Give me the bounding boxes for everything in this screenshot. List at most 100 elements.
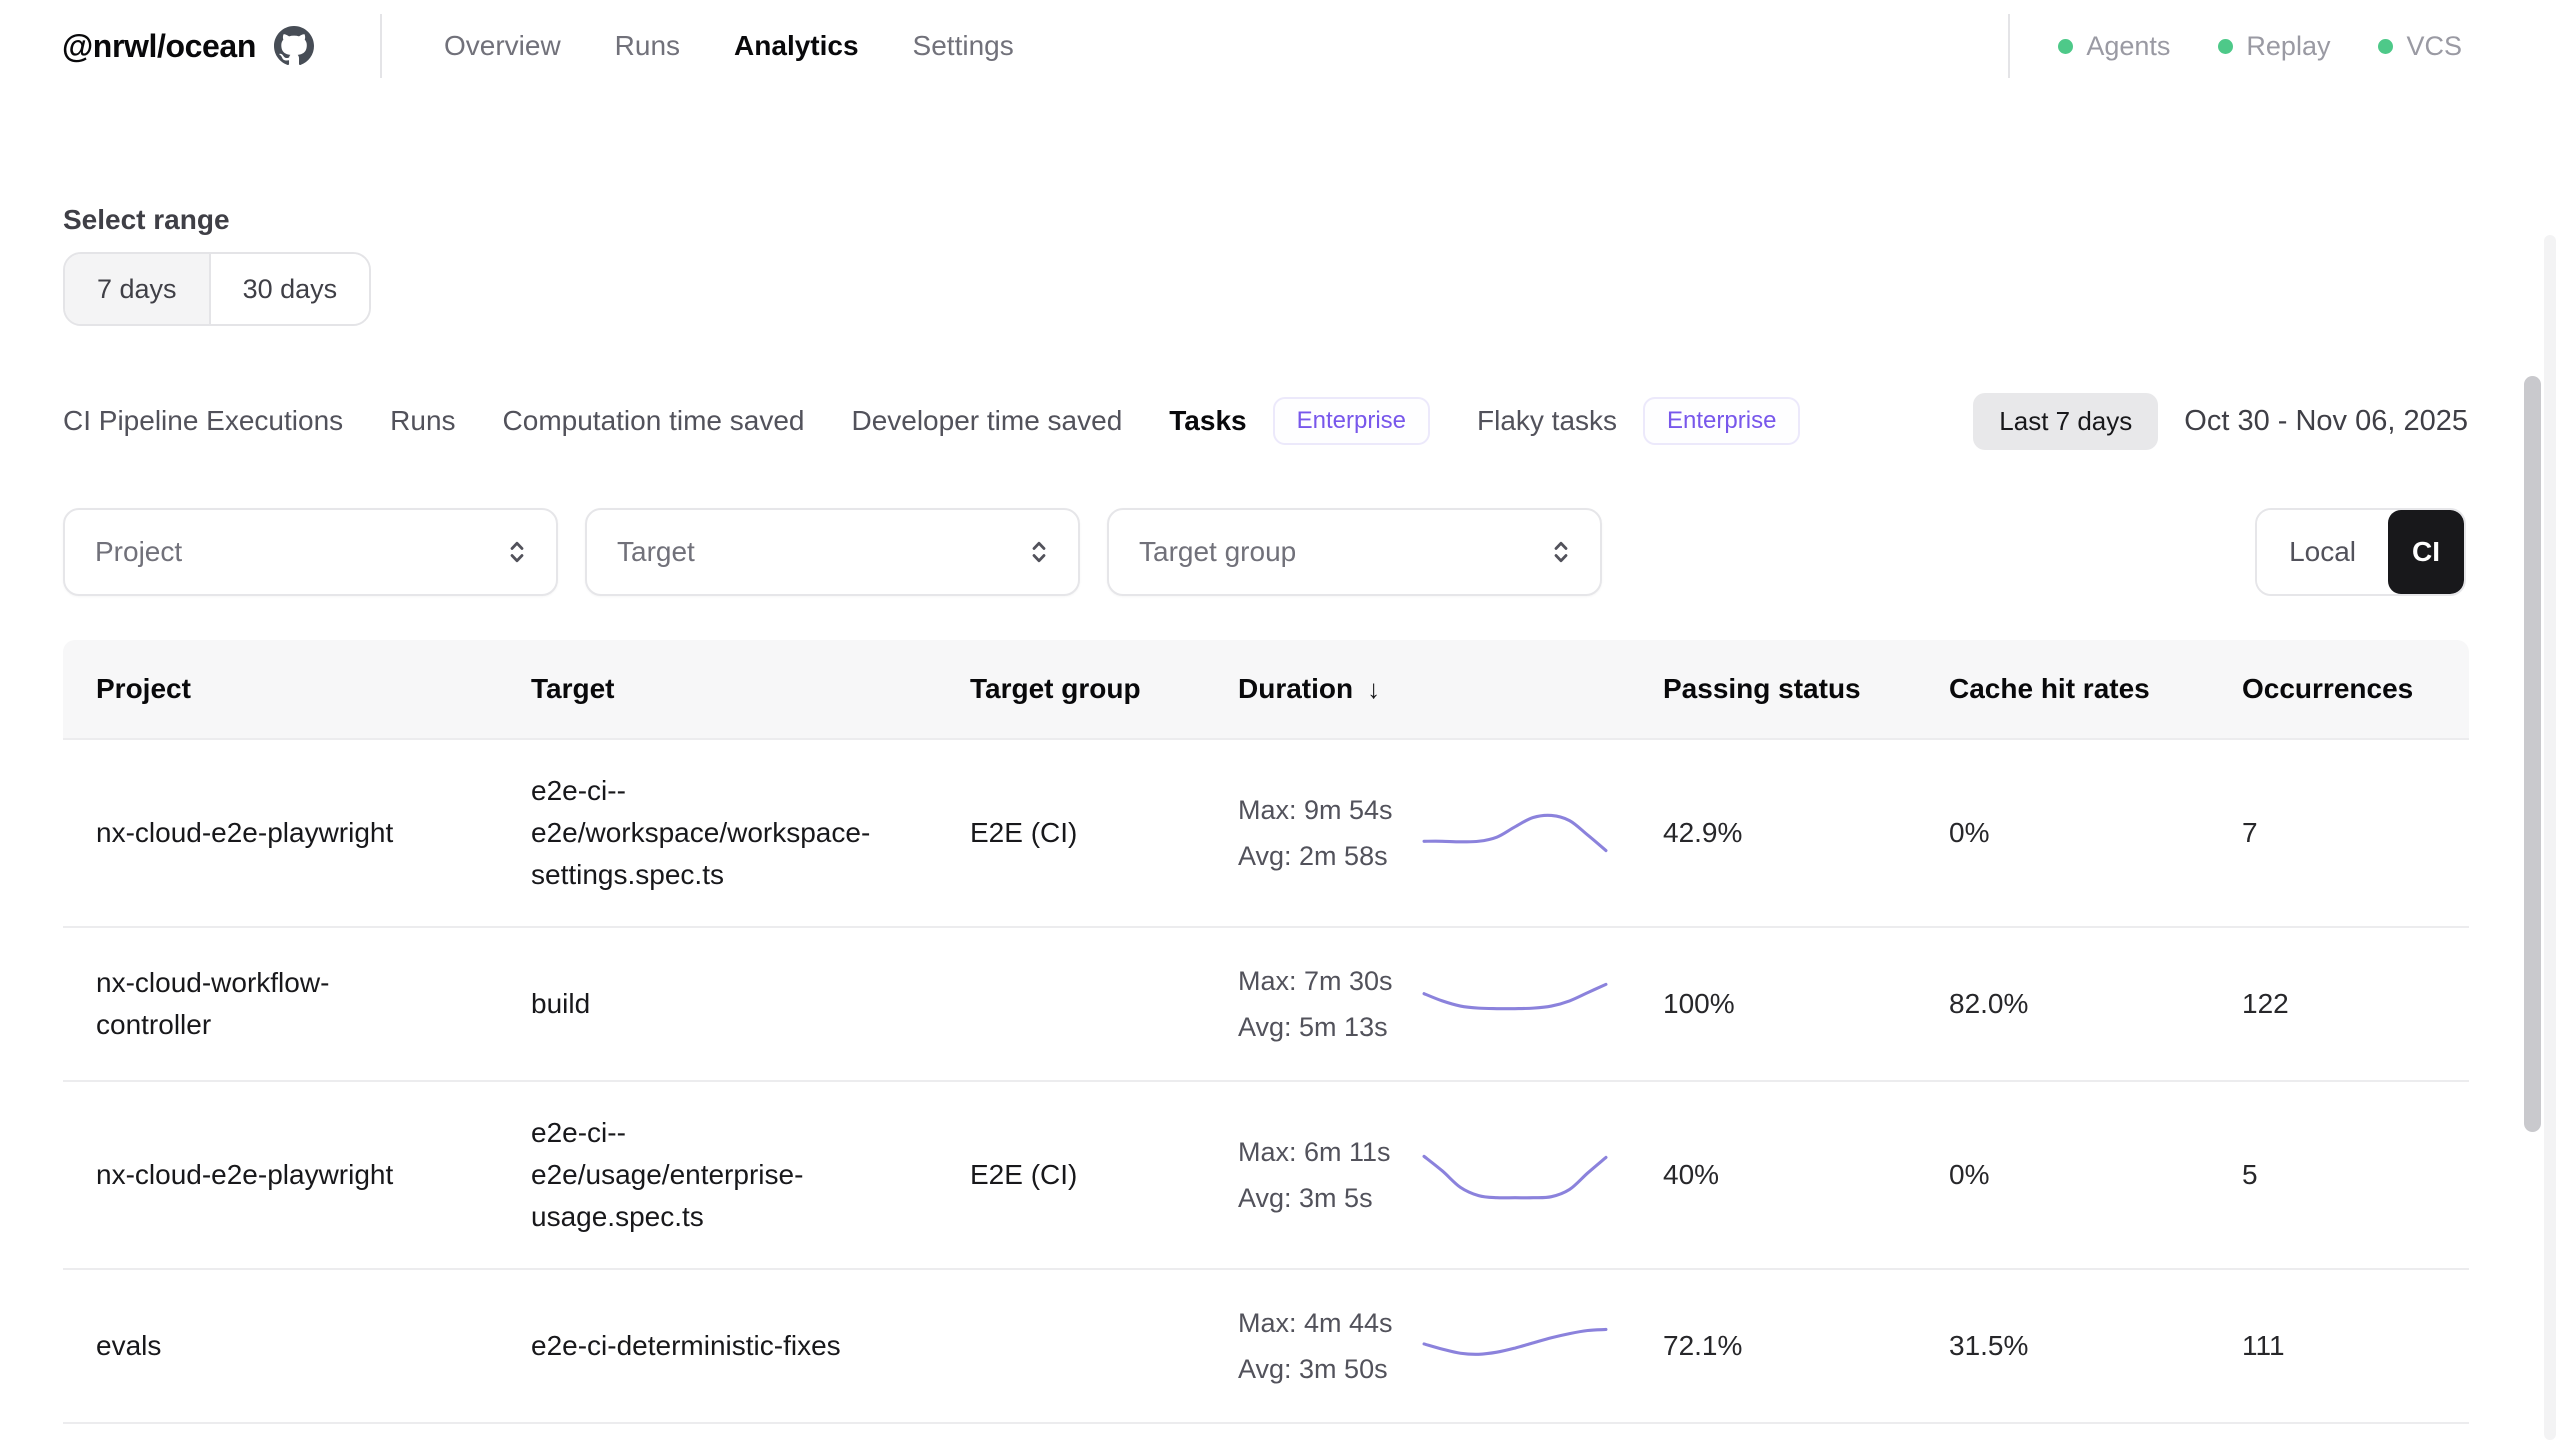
- table-row[interactable]: nx-cloud-e2e-playwright e2e-ci--e2e/usag…: [63, 1082, 2469, 1270]
- cell-cache-hit-rate: 0%: [1949, 1159, 2242, 1191]
- cell-project: evals: [63, 1325, 531, 1367]
- analytics-tabs: CI Pipeline Executions Runs Computation …: [63, 397, 1847, 445]
- enterprise-badge: Enterprise: [1643, 397, 1800, 445]
- cell-occurrences: 122: [2242, 988, 2469, 1020]
- cell-passing-status: 40%: [1663, 1159, 1949, 1191]
- cell-duration: Max: 9m 54s Avg: 2m 58s: [1238, 787, 1663, 879]
- status-indicators: Agents Replay VCS: [2058, 31, 2462, 62]
- nav-item-runs[interactable]: Runs: [615, 30, 680, 62]
- cell-target-group: E2E (CI): [970, 812, 1238, 854]
- select-range-label: Select range: [63, 204, 230, 236]
- period-badge[interactable]: Last 7 days: [1973, 393, 2158, 450]
- nav-item-analytics[interactable]: Analytics: [734, 30, 859, 62]
- cell-passing-status: 72.1%: [1663, 1330, 1949, 1362]
- column-header-project[interactable]: Project: [63, 673, 531, 705]
- cell-duration: Max: 4m 44s Avg: 3m 50s: [1238, 1300, 1663, 1392]
- filter-select-target[interactable]: Target: [585, 508, 1080, 596]
- table-row[interactable]: evals e2e-ci-deterministic-fixes Max: 4m…: [63, 1270, 2469, 1424]
- status-indicator-agents: Agents: [2058, 31, 2170, 62]
- table-row[interactable]: nx-cloud-e2e-playwright e2e-ci--e2e/work…: [63, 740, 2469, 928]
- filter-select-target-group[interactable]: Target group: [1107, 508, 1602, 596]
- table-body: nx-cloud-e2e-playwright e2e-ci--e2e/work…: [63, 740, 2469, 1424]
- cell-project: nx-cloud-e2e-playwright: [63, 812, 531, 854]
- column-header-target[interactable]: Target: [531, 673, 970, 705]
- range-option[interactable]: 30 days: [209, 254, 370, 324]
- analytics-tab-developer-time-saved[interactable]: Developer time saved: [851, 405, 1122, 437]
- duration-avg: Avg: 5m 13s: [1238, 1004, 1414, 1050]
- scrollbar-track: [2544, 235, 2556, 1440]
- cell-cache-hit-rate: 31.5%: [1949, 1330, 2242, 1362]
- duration-sparkline-chart: [1422, 973, 1608, 1035]
- chevron-up-down-icon: [1024, 537, 1054, 567]
- duration-avg: Avg: 3m 5s: [1238, 1175, 1414, 1221]
- analytics-tab-ci-pipeline-executions[interactable]: CI Pipeline Executions: [63, 405, 343, 437]
- nav-item-settings[interactable]: Settings: [913, 30, 1014, 62]
- cell-project: nx-cloud-workflow-controller: [63, 962, 531, 1046]
- cell-passing-status: 42.9%: [1663, 817, 1949, 849]
- filter-selects: Project Target Target group: [63, 508, 1629, 596]
- enterprise-badge: Enterprise: [1273, 397, 1430, 445]
- range-toggle: 7 days30 days: [63, 252, 371, 326]
- app-header: @nrwl/ocean Overview Runs Analytics Setting…: [0, 0, 2560, 92]
- mode-option-local[interactable]: Local: [2257, 510, 2388, 594]
- analytics-tab-runs[interactable]: Runs: [390, 405, 455, 437]
- filters-row: Project Target Target group LocalCI: [63, 508, 2466, 596]
- cell-target: e2e-ci--e2e/workspace/workspace-settings…: [531, 770, 970, 896]
- cell-occurrences: 5: [2242, 1159, 2469, 1191]
- sort-descending-icon[interactable]: ↓: [1367, 674, 1380, 704]
- chevron-up-down-icon: [502, 537, 532, 567]
- cell-project: nx-cloud-e2e-playwright: [63, 1154, 531, 1196]
- duration-sparkline-chart: [1422, 802, 1608, 864]
- main-nav: Overview Runs Analytics Settings: [444, 30, 1014, 62]
- column-header-duration[interactable]: Duration↓: [1238, 673, 1663, 705]
- repo-title: @nrwl/ocean: [62, 28, 256, 65]
- date-range-label: Oct 30 - Nov 06, 2025: [2184, 405, 2468, 438]
- analytics-page: @nrwl/ocean Overview Runs Analytics Setting…: [0, 0, 2560, 1440]
- cell-cache-hit-rate: 0%: [1949, 817, 2242, 849]
- analytics-tabs-row: CI Pipeline Executions Runs Computation …: [63, 390, 2468, 452]
- cell-occurrences: 7: [2242, 817, 2469, 849]
- analytics-tab-label: CI Pipeline Executions: [63, 405, 343, 437]
- duration-max: Max: 7m 30s: [1238, 958, 1414, 1004]
- duration-sparkline-chart: [1422, 1315, 1608, 1377]
- analytics-tab-label: Computation time saved: [503, 405, 805, 437]
- column-header-passing-status[interactable]: Passing status: [1663, 673, 1949, 705]
- status-dot-icon: [2378, 39, 2393, 54]
- status-dot-icon: [2218, 39, 2233, 54]
- status-indicator-replay: Replay: [2218, 31, 2330, 62]
- cell-target: build: [531, 983, 970, 1025]
- column-header-cache-hit-rates[interactable]: Cache hit rates: [1949, 673, 2242, 705]
- column-header-target-group[interactable]: Target group: [970, 673, 1238, 705]
- select-placeholder: Target: [617, 536, 695, 568]
- range-option[interactable]: 7 days: [65, 254, 209, 324]
- column-header-occurrences[interactable]: Occurrences: [2242, 673, 2469, 705]
- analytics-tab-computation-time-saved[interactable]: Computation time saved: [503, 405, 805, 437]
- select-placeholder: Project: [95, 536, 182, 568]
- analytics-tab-label: Runs: [390, 405, 455, 437]
- filter-select-project[interactable]: Project: [63, 508, 558, 596]
- duration-max: Max: 9m 54s: [1238, 787, 1414, 833]
- scrollbar-thumb[interactable]: [2524, 376, 2541, 1132]
- mode-option-ci[interactable]: CI: [2388, 510, 2464, 594]
- analytics-tab-flaky-tasks[interactable]: Flaky tasks Enterprise: [1477, 397, 1800, 445]
- header-divider: [380, 14, 382, 78]
- cell-target: e2e-ci--e2e/usage/enterprise-usage.spec.…: [531, 1112, 970, 1238]
- duration-max: Max: 4m 44s: [1238, 1300, 1414, 1346]
- duration-avg: Avg: 2m 58s: [1238, 833, 1414, 879]
- analytics-tab-label: Tasks: [1169, 405, 1246, 437]
- cell-duration: Max: 7m 30s Avg: 5m 13s: [1238, 958, 1663, 1050]
- github-icon[interactable]: [274, 26, 314, 66]
- analytics-tab-label: Flaky tasks: [1477, 405, 1617, 437]
- cell-occurrences: 111: [2242, 1330, 2469, 1362]
- cell-duration: Max: 6m 11s Avg: 3m 5s: [1238, 1129, 1663, 1221]
- select-placeholder: Target group: [1139, 536, 1296, 568]
- analytics-tab-tasks[interactable]: Tasks Enterprise: [1169, 397, 1430, 445]
- duration-avg: Avg: 3m 50s: [1238, 1346, 1414, 1392]
- duration-sparkline-chart: [1422, 1144, 1608, 1206]
- table-row[interactable]: nx-cloud-workflow-controller build Max: …: [63, 928, 2469, 1082]
- header-status-area: Agents Replay VCS: [2008, 14, 2462, 78]
- cell-passing-status: 100%: [1663, 988, 1949, 1020]
- nav-item-overview[interactable]: Overview: [444, 30, 561, 62]
- status-indicator-vcs: VCS: [2378, 31, 2462, 62]
- cell-cache-hit-rate: 82.0%: [1949, 988, 2242, 1020]
